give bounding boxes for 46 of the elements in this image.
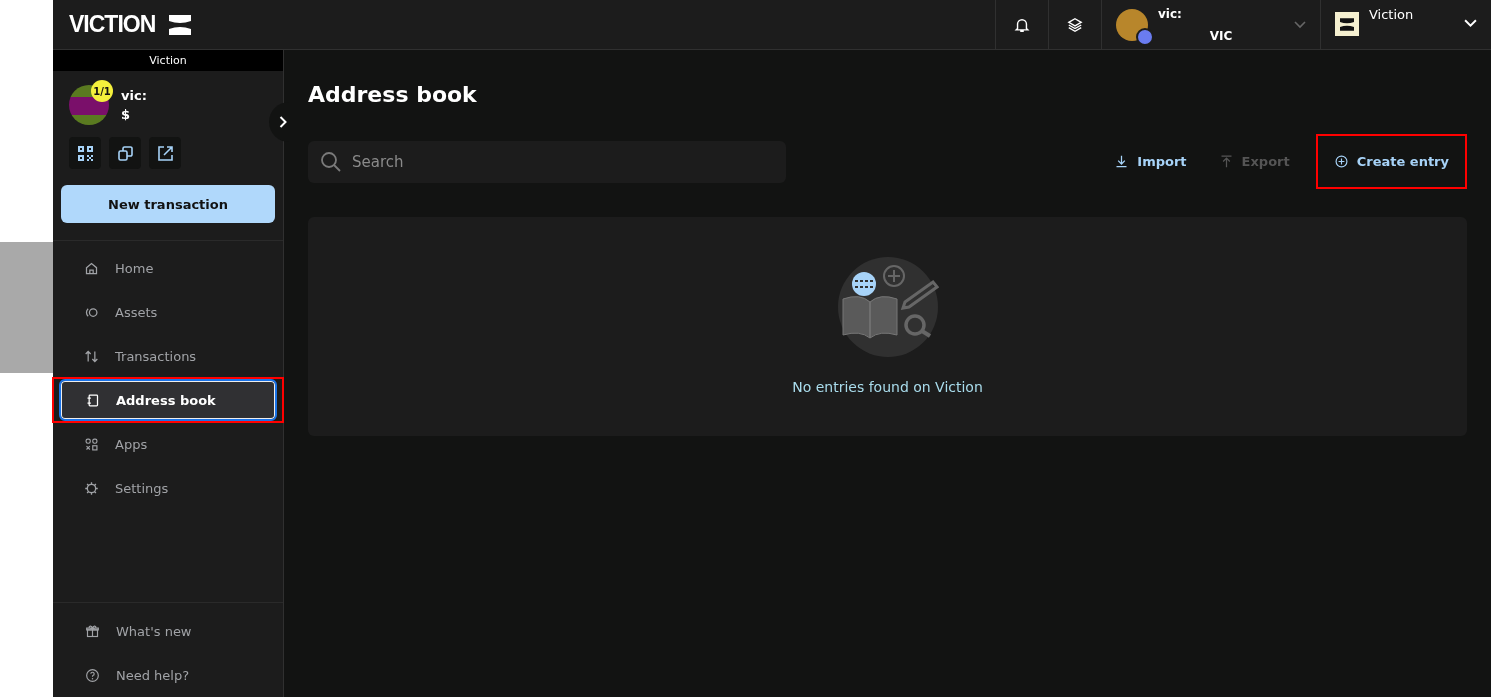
nav-item[interactable]: Apps: [58, 423, 278, 465]
copy-button[interactable]: [109, 137, 141, 169]
new-transaction-button[interactable]: New transaction: [61, 185, 275, 223]
open-link-button[interactable]: [149, 137, 181, 169]
copy-icon: [117, 145, 133, 161]
nav-item[interactable]: Settings: [58, 467, 278, 509]
chevron-down-icon: [1294, 20, 1306, 29]
external-link-icon: [157, 145, 173, 161]
threshold-badge: 1/1: [91, 80, 113, 102]
layers-icon[interactable]: [1067, 16, 1083, 33]
safe-name: vic:: [121, 88, 147, 103]
nav-item[interactable]: What's new: [59, 609, 277, 653]
account-name: vic:: [1158, 6, 1183, 21]
logo-icon: [169, 14, 192, 35]
qr-code-button[interactable]: [69, 137, 101, 169]
safe-balance: $: [121, 107, 132, 122]
bell-icon[interactable]: [1014, 16, 1030, 33]
nav-item[interactable]: Need help?: [59, 653, 277, 697]
action-button[interactable]: Import: [1108, 146, 1193, 177]
apps-icon: [84, 436, 99, 452]
gift-icon: [85, 623, 100, 639]
network-banner: Viction: [53, 50, 283, 71]
action-button[interactable]: Create entry: [1327, 146, 1455, 177]
qr-code-icon: [77, 145, 93, 161]
empty-state-message: No entries found on Viction: [792, 379, 983, 395]
home-icon: [84, 260, 99, 276]
nav-item[interactable]: Assets: [58, 291, 278, 333]
nav-item[interactable]: Transactions: [58, 335, 278, 377]
network-mark-icon: [1340, 17, 1354, 31]
nav-item[interactable]: Address book: [59, 379, 277, 421]
network-name: Viction: [1369, 7, 1415, 22]
chevron-right-icon: [279, 116, 287, 128]
arrows-icon: [84, 348, 99, 364]
download-icon: [1114, 154, 1130, 169]
account-selector[interactable]: vic: VIC: [1101, 0, 1320, 49]
brand-logo: VICTION: [69, 11, 156, 38]
search-field[interactable]: Search: [308, 140, 786, 183]
network-selector[interactable]: Viction: [1320, 0, 1491, 49]
page-title: Address book: [308, 82, 478, 107]
account-currency: VIC: [1209, 28, 1233, 43]
plus-circle-icon: [1333, 154, 1349, 169]
chevron-down-icon: [1464, 19, 1477, 28]
notebook-icon: [85, 392, 100, 408]
gear-icon: [84, 480, 99, 496]
help-icon: [85, 667, 100, 683]
nav-item[interactable]: Home: [58, 247, 278, 289]
